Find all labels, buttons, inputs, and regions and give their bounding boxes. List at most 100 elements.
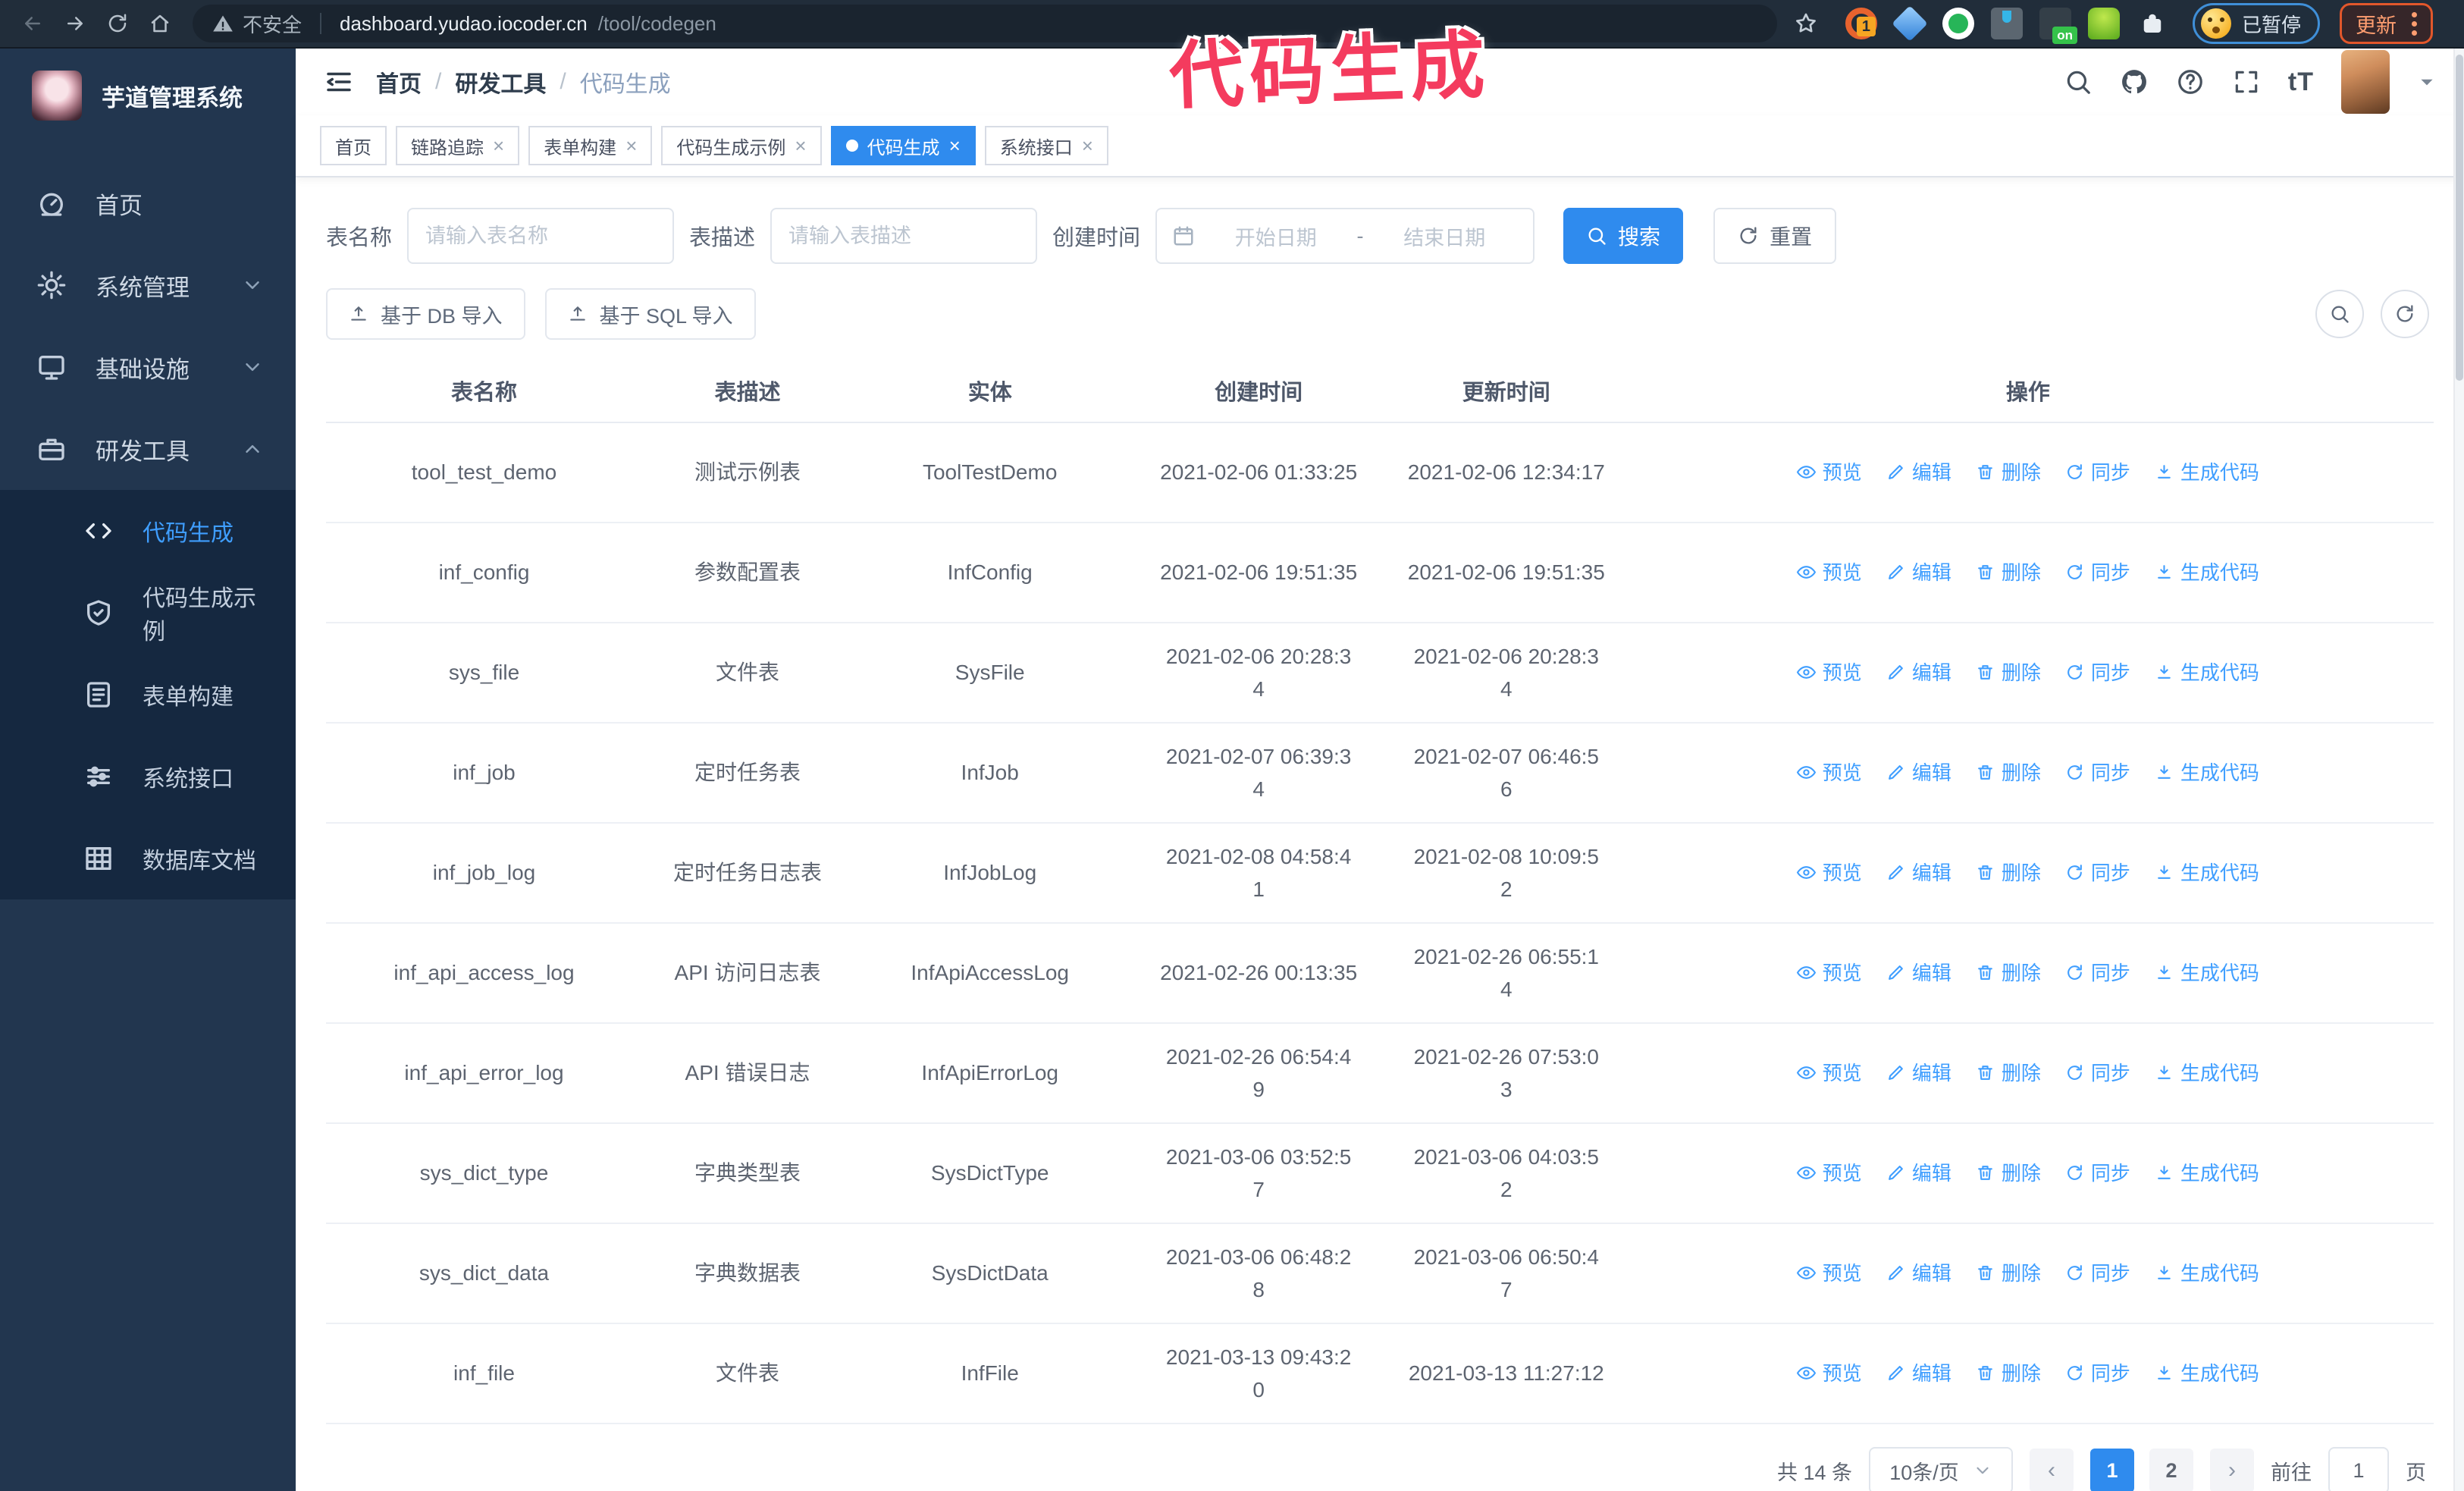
sync-link[interactable]: 同步 bbox=[2065, 658, 2130, 688]
date-range-picker[interactable]: 开始日期 - 结束日期 bbox=[1155, 208, 1535, 264]
edit-link[interactable]: 编辑 bbox=[1886, 858, 1951, 888]
tab-1[interactable]: 链路追踪 × bbox=[396, 126, 520, 165]
generate-code-link[interactable]: 生成代码 bbox=[2155, 758, 2259, 788]
delete-link[interactable]: 删除 bbox=[1976, 557, 2041, 588]
delete-link[interactable]: 删除 bbox=[1976, 958, 2041, 988]
browser-back-icon[interactable] bbox=[14, 5, 52, 42]
tab-3[interactable]: 代码生成示例 × bbox=[661, 126, 822, 165]
page-button-1[interactable]: 1 bbox=[2090, 1449, 2134, 1491]
extension-diamond-icon[interactable] bbox=[1892, 5, 1928, 42]
table-desc-input[interactable] bbox=[770, 208, 1038, 264]
sync-link[interactable]: 同步 bbox=[2065, 1358, 2130, 1389]
edit-link[interactable]: 编辑 bbox=[1886, 658, 1951, 688]
page-button-2[interactable]: 2 bbox=[2149, 1449, 2193, 1491]
sidebar-item-system[interactable]: 系统管理 bbox=[0, 244, 296, 326]
sidebar-subitem-codegen[interactable]: 代码生成 bbox=[0, 490, 296, 572]
sidebar-item-home[interactable]: 首页 bbox=[0, 162, 296, 244]
preview-link[interactable]: 预览 bbox=[1796, 758, 1862, 788]
extension-drop-icon[interactable] bbox=[1991, 8, 2023, 39]
edit-link[interactable]: 编辑 bbox=[1886, 1058, 1951, 1088]
generate-code-link[interactable]: 生成代码 bbox=[2155, 1258, 2259, 1289]
browser-update-button[interactable]: 更新 bbox=[2340, 3, 2434, 44]
extension-green-circle-icon[interactable] bbox=[1942, 8, 1974, 39]
sync-link[interactable]: 同步 bbox=[2065, 1058, 2130, 1088]
import-sql-button[interactable]: 基于 SQL 导入 bbox=[544, 288, 756, 340]
font-size-icon[interactable]: tT bbox=[2288, 67, 2314, 96]
bookmark-star-icon[interactable] bbox=[1794, 11, 1818, 36]
reset-button[interactable]: 重置 bbox=[1713, 208, 1837, 264]
generate-code-link[interactable]: 生成代码 bbox=[2155, 1058, 2259, 1088]
show-search-button[interactable] bbox=[2315, 290, 2364, 338]
sync-link[interactable]: 同步 bbox=[2065, 457, 2130, 488]
end-date-placeholder[interactable]: 结束日期 bbox=[1372, 221, 1519, 251]
sync-link[interactable]: 同步 bbox=[2065, 858, 2130, 888]
close-icon[interactable]: × bbox=[949, 136, 961, 155]
preview-link[interactable]: 预览 bbox=[1796, 1158, 1862, 1188]
sidebar-item-devtools[interactable]: 研发工具 bbox=[0, 408, 296, 490]
extension-switch-icon[interactable]: on bbox=[2039, 8, 2077, 44]
not-secure-warning[interactable]: 不安全 bbox=[212, 10, 302, 38]
page-size-select[interactable]: 10条/页 bbox=[1869, 1447, 2013, 1491]
generate-code-link[interactable]: 生成代码 bbox=[2155, 457, 2259, 488]
preview-link[interactable]: 预览 bbox=[1796, 1258, 1862, 1289]
tab-2[interactable]: 表单构建 × bbox=[528, 126, 653, 165]
delete-link[interactable]: 删除 bbox=[1976, 1358, 2041, 1389]
sidebar-item-infra[interactable]: 基础设施 bbox=[0, 326, 296, 408]
close-icon[interactable]: × bbox=[493, 136, 504, 155]
scrollbar-thumb[interactable] bbox=[2456, 55, 2463, 381]
tab-4[interactable]: 代码生成 × bbox=[830, 126, 976, 165]
preview-link[interactable]: 预览 bbox=[1796, 858, 1862, 888]
profile-paused-pill[interactable]: 已暂停 bbox=[2193, 3, 2321, 44]
sidebar-subitem-system-api[interactable]: 系统接口 bbox=[0, 736, 296, 818]
address-bar[interactable]: 不安全 dashboard.yudao.iocoder.cn/tool/code… bbox=[193, 5, 1777, 42]
help-icon[interactable] bbox=[2176, 67, 2205, 96]
github-icon[interactable] bbox=[2120, 67, 2149, 96]
edit-link[interactable]: 编辑 bbox=[1886, 758, 1951, 788]
sync-link[interactable]: 同步 bbox=[2065, 557, 2130, 588]
delete-link[interactable]: 删除 bbox=[1976, 858, 2041, 888]
browser-reload-icon[interactable] bbox=[99, 5, 136, 42]
goto-page-input[interactable] bbox=[2328, 1447, 2389, 1491]
close-icon[interactable]: × bbox=[625, 136, 637, 155]
generate-code-link[interactable]: 生成代码 bbox=[2155, 658, 2259, 688]
browser-menu-icon[interactable] bbox=[2412, 11, 2418, 36]
generate-code-link[interactable]: 生成代码 bbox=[2155, 858, 2259, 888]
prev-page-button[interactable]: ‹ bbox=[2030, 1449, 2074, 1491]
chevron-down-icon[interactable] bbox=[2417, 72, 2437, 92]
breadcrumb-item[interactable]: 研发工具 bbox=[455, 65, 546, 99]
sync-link[interactable]: 同步 bbox=[2065, 1258, 2130, 1289]
collapse-sidebar-icon[interactable] bbox=[323, 66, 355, 98]
extension-orange-ring-icon[interactable]: 1 bbox=[1845, 8, 1877, 39]
close-icon[interactable]: × bbox=[795, 136, 806, 155]
import-db-button[interactable]: 基于 DB 导入 bbox=[326, 288, 525, 340]
sidebar-subitem-db-doc[interactable]: 数据库文档 bbox=[0, 818, 296, 899]
edit-link[interactable]: 编辑 bbox=[1886, 1358, 1951, 1389]
fullscreen-icon[interactable] bbox=[2232, 67, 2261, 96]
table-name-input[interactable] bbox=[407, 208, 675, 264]
sync-link[interactable]: 同步 bbox=[2065, 958, 2130, 988]
close-icon[interactable]: × bbox=[1082, 136, 1093, 155]
browser-home-icon[interactable] bbox=[141, 5, 179, 42]
sidebar-subitem-codegen-demo[interactable]: 代码生成示例 bbox=[0, 572, 296, 654]
start-date-placeholder[interactable]: 开始日期 bbox=[1202, 221, 1350, 251]
tab-5[interactable]: 系统接口 × bbox=[984, 126, 1108, 165]
edit-link[interactable]: 编辑 bbox=[1886, 1258, 1951, 1289]
edit-link[interactable]: 编辑 bbox=[1886, 557, 1951, 588]
search-button[interactable]: 搜索 bbox=[1563, 208, 1684, 264]
delete-link[interactable]: 删除 bbox=[1976, 758, 2041, 788]
browser-forward-icon[interactable] bbox=[56, 5, 94, 42]
tab-0[interactable]: 首页 bbox=[320, 126, 387, 165]
search-icon[interactable] bbox=[2064, 67, 2093, 96]
preview-link[interactable]: 预览 bbox=[1796, 557, 1862, 588]
sidebar-logo-row[interactable]: 芋道管理系统 bbox=[0, 49, 296, 143]
generate-code-link[interactable]: 生成代码 bbox=[2155, 1358, 2259, 1389]
page-scrollbar[interactable] bbox=[2453, 49, 2464, 1491]
sync-link[interactable]: 同步 bbox=[2065, 1158, 2130, 1188]
preview-link[interactable]: 预览 bbox=[1796, 1058, 1862, 1088]
delete-link[interactable]: 删除 bbox=[1976, 1058, 2041, 1088]
breadcrumb-item[interactable]: 首页 bbox=[376, 65, 422, 99]
preview-link[interactable]: 预览 bbox=[1796, 457, 1862, 488]
delete-link[interactable]: 删除 bbox=[1976, 457, 2041, 488]
generate-code-link[interactable]: 生成代码 bbox=[2155, 1158, 2259, 1188]
next-page-button[interactable]: › bbox=[2210, 1449, 2254, 1491]
